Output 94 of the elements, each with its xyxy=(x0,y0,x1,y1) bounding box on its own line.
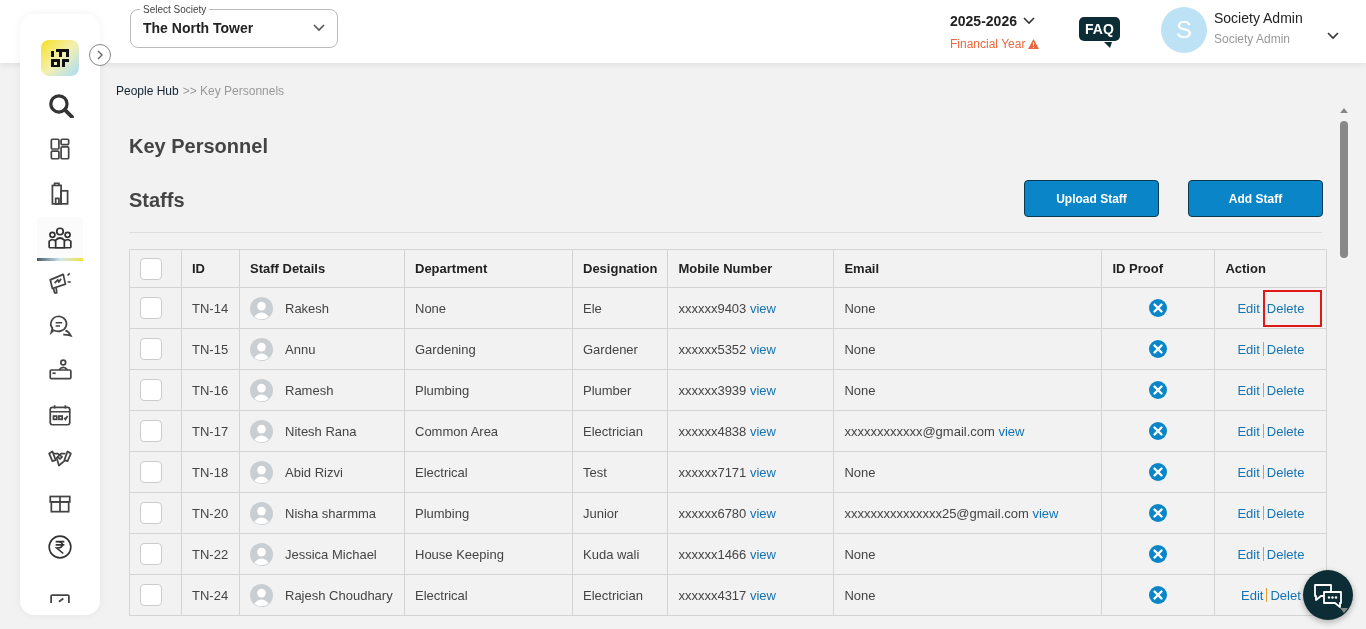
column-header: Email xyxy=(833,249,1102,288)
edit-link[interactable]: Edit xyxy=(1237,341,1260,357)
table-cell: Electrician xyxy=(572,574,668,616)
edit-link[interactable]: Edit xyxy=(1237,423,1260,439)
staff-name: Nisha sharmma xyxy=(285,505,377,521)
staff-name: Abid Rizvi xyxy=(285,464,343,480)
breadcrumb-current: >> Key Personnels xyxy=(182,84,285,98)
mobile-number: xxxxxx4838 xyxy=(678,423,747,439)
table-cell: Plumber xyxy=(572,369,668,411)
mobile-number: xxxxxx1466 xyxy=(678,546,747,562)
mobile-number: xxxxxx5352 xyxy=(678,341,747,357)
view-link[interactable]: view xyxy=(749,464,776,480)
delete-link[interactable]: Delete xyxy=(1266,505,1305,521)
table-cell: TN-14 xyxy=(181,287,240,329)
column-header: Designation xyxy=(572,249,668,288)
table-cell: Gardening xyxy=(404,328,573,370)
view-link[interactable]: view xyxy=(1032,505,1059,521)
table-cell: Kuda wali xyxy=(572,533,668,575)
table-cell: Plumbing xyxy=(404,492,573,534)
email-address: xxxxxxxxxxxxxxx25@gmail.com xyxy=(844,505,1029,521)
user-name: Society Admin xyxy=(1214,10,1303,26)
email-address: None xyxy=(844,341,876,357)
page-title: Key Personnel xyxy=(129,135,268,158)
faq-button[interactable]: FAQ xyxy=(1079,17,1120,41)
table-cell: TN-16 xyxy=(181,369,240,411)
staff-name: Nitesh Rana xyxy=(285,423,357,439)
staff-name: Rajesh Choudhary xyxy=(285,587,393,603)
email-address: None xyxy=(844,546,876,562)
mobile-number: xxxxxx7171 xyxy=(678,464,747,480)
table-cell: TN-24 xyxy=(181,574,240,616)
view-link[interactable]: view xyxy=(749,382,776,398)
section-title: Staffs xyxy=(129,189,185,212)
table-cell: Gardener xyxy=(572,328,668,370)
staff-name: Annu xyxy=(285,341,316,357)
mobile-number: xxxxxx9403 xyxy=(678,300,747,316)
edit-link[interactable]: Edit xyxy=(1237,382,1260,398)
table-cell: TN-17 xyxy=(181,410,240,452)
view-link[interactable]: view xyxy=(749,546,776,562)
column-header: Mobile Number xyxy=(667,249,834,288)
column-header: Department xyxy=(404,249,573,288)
table-cell: TN-18 xyxy=(181,451,240,493)
view-link[interactable]: view xyxy=(749,423,776,439)
column-header: ID xyxy=(181,249,240,288)
table-cell: Ele xyxy=(572,287,668,329)
edit-link[interactable]: Edit xyxy=(1237,464,1260,480)
view-link[interactable]: view xyxy=(749,587,776,603)
table-cell: Junior xyxy=(572,492,668,534)
edit-link[interactable]: Edit xyxy=(1237,546,1260,562)
column-header: Staff Details xyxy=(239,249,405,288)
table-cell: TN-15 xyxy=(181,328,240,370)
table-cell: TN-22 xyxy=(181,533,240,575)
column-header: ID Proof xyxy=(1101,249,1215,288)
email-address: None xyxy=(844,587,876,603)
view-link[interactable]: view xyxy=(998,423,1025,439)
delete-link[interactable]: Delete xyxy=(1266,382,1305,398)
column-header: Action xyxy=(1214,249,1327,288)
delete-link[interactable]: Delete xyxy=(1266,341,1305,357)
user-role: Society Admin xyxy=(1214,32,1291,46)
delete-link[interactable]: Delete xyxy=(1264,291,1321,325)
delete-link[interactable]: Delete xyxy=(1266,464,1305,480)
email-address: xxxxxxxxxxxx@gmail.com xyxy=(844,423,995,439)
edit-link[interactable]: Edit xyxy=(1237,300,1260,316)
staff-name: Ramesh xyxy=(285,382,334,398)
email-address: None xyxy=(844,464,876,480)
delete-link[interactable]: Delete xyxy=(1266,423,1305,439)
view-link[interactable]: view xyxy=(749,341,776,357)
delete-link[interactable]: Delete xyxy=(1266,546,1305,562)
table-cell: Electrician xyxy=(572,410,668,452)
mobile-number: xxxxxx6780 xyxy=(678,505,747,521)
table-cell: Electrical xyxy=(404,451,573,493)
email-address: None xyxy=(844,300,876,316)
upload-staff-button[interactable]: Upload Staff xyxy=(1024,180,1159,217)
mobile-number: xxxxxx4317 xyxy=(678,587,747,603)
staff-name: Jessica Michael xyxy=(285,546,377,562)
financial-year-label: Financial Year xyxy=(950,37,1026,51)
society-select[interactable]: Select Society The North Tower xyxy=(130,4,338,48)
table-cell: Plumbing xyxy=(404,369,573,411)
staff-name: Rakesh xyxy=(285,300,330,316)
view-link[interactable]: view xyxy=(749,505,776,521)
delete-link[interactable]: Delet xyxy=(1270,587,1301,603)
table-cell: Common Area xyxy=(404,410,573,452)
table-cell: None xyxy=(404,287,573,329)
breadcrumb-link[interactable]: People Hub xyxy=(116,84,179,98)
add-staff-button[interactable]: Add Staff xyxy=(1188,180,1323,217)
mobile-number: xxxxxx3939 xyxy=(678,382,747,398)
view-link[interactable]: view xyxy=(749,300,776,316)
table-cell: Test xyxy=(572,451,668,493)
table-cell: TN-20 xyxy=(181,492,240,534)
edit-link[interactable]: Edit xyxy=(1241,587,1264,603)
edit-link[interactable]: Edit xyxy=(1237,505,1260,521)
table-cell: Electrical xyxy=(404,574,573,616)
table-cell: House Keeping xyxy=(404,533,573,575)
year-dropdown[interactable]: 2025-2026 xyxy=(950,13,1035,29)
email-address: None xyxy=(844,382,876,398)
